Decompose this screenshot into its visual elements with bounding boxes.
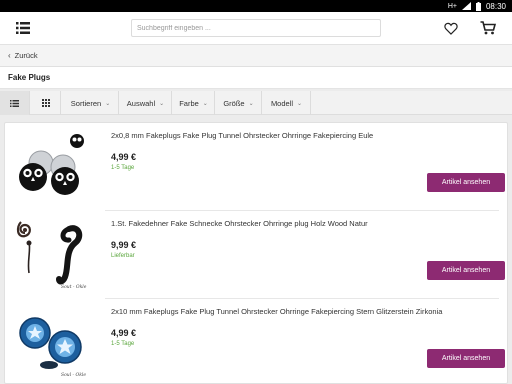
product-title[interactable]: 2x10 mm Fakeplugs Fake Plug Tunnel Ohrst… — [111, 307, 442, 316]
product-list: 2x0,8 mm Fakeplugs Fake Plug Tunnel Ohrs… — [4, 122, 508, 384]
chevron-down-icon: ⌄ — [248, 100, 254, 107]
search-input[interactable] — [131, 19, 381, 37]
product-title[interactable]: 1.St. Fakedehner Fake Schnecke Ohrstecke… — [111, 219, 368, 228]
product-image-star-plugs[interactable]: Soul - Okle — [13, 303, 95, 383]
sort-dropdown[interactable]: Sortieren ⌄ — [63, 91, 119, 115]
grid-view-button[interactable] — [31, 91, 61, 115]
network-type: H+ — [447, 2, 457, 10]
filter-bar: Sortieren ⌄ Auswahl ⌄ Farbe ⌄ Größe ⌄ Mo… — [0, 91, 512, 115]
cart-icon[interactable] — [480, 21, 497, 35]
list-view-button[interactable] — [0, 91, 30, 115]
delivery-status: 1-5 Tage — [111, 165, 135, 171]
product-image-owl-plugs[interactable] — [13, 127, 95, 207]
image-brand-text: Soul - Okle — [61, 373, 87, 378]
filter-farbe[interactable]: Farbe ⌄ — [173, 91, 215, 115]
groesse-label: Größe — [223, 98, 245, 108]
chevron-down-icon: ⌄ — [297, 100, 303, 107]
battery-icon — [475, 1, 481, 11]
chevron-down-icon: ⌄ — [105, 100, 111, 107]
filter-groesse[interactable]: Größe ⌄ — [216, 91, 262, 115]
category-header: Fake Plugs — [0, 67, 512, 89]
status-bar: H+ 08:30 — [0, 0, 512, 12]
signal-icon — [461, 2, 471, 10]
chevron-down-icon: ⌄ — [159, 100, 165, 107]
product-price: 4,99 € — [111, 152, 137, 162]
chevron-down-icon: ⌄ — [202, 100, 208, 107]
product-item: 2x0,8 mm Fakeplugs Fake Plug Tunnel Ohrs… — [5, 123, 507, 211]
farbe-label: Farbe — [179, 98, 199, 108]
modell-label: Modell — [270, 98, 294, 108]
menu-icon[interactable] — [16, 22, 30, 34]
product-item: Sout - Okle 1.St. Fakedehner Fake Schnec… — [5, 211, 507, 299]
app-header — [0, 12, 512, 45]
back-label: Zurück — [14, 51, 38, 60]
view-article-button[interactable]: Artikel ansehen — [427, 173, 505, 192]
product-title[interactable]: 2x0,8 mm Fakeplugs Fake Plug Tunnel Ohrs… — [111, 131, 373, 140]
product-item: Soul - Okle 2x10 mm Fakeplugs Fake Plug … — [5, 299, 507, 383]
chevron-left-icon: ‹ — [8, 51, 11, 60]
filter-auswahl[interactable]: Auswahl ⌄ — [120, 91, 172, 115]
product-price: 4,99 € — [111, 328, 137, 338]
heart-icon[interactable] — [444, 22, 458, 35]
product-image-spiral-wood[interactable]: Sout - Okle — [13, 215, 95, 295]
auswahl-label: Auswahl — [126, 98, 156, 108]
view-article-button[interactable]: Artikel ansehen — [427, 349, 505, 368]
sort-label: Sortieren — [70, 98, 102, 108]
filter-modell[interactable]: Modell ⌄ — [263, 91, 311, 115]
delivery-status: 1-5 Tage — [111, 341, 135, 347]
image-brand-text: Sout - Okle — [61, 285, 87, 290]
delivery-status: Lieferbar — [111, 253, 135, 259]
back-link[interactable]: ‹ Zurück — [0, 45, 512, 67]
grid-view-icon — [41, 99, 50, 107]
product-price: 9,99 € — [111, 240, 137, 250]
view-article-button[interactable]: Artikel ansehen — [427, 261, 505, 280]
list-view-icon — [10, 99, 19, 107]
page-title: Fake Plugs — [8, 73, 51, 82]
clock: 08:30 — [485, 1, 506, 11]
